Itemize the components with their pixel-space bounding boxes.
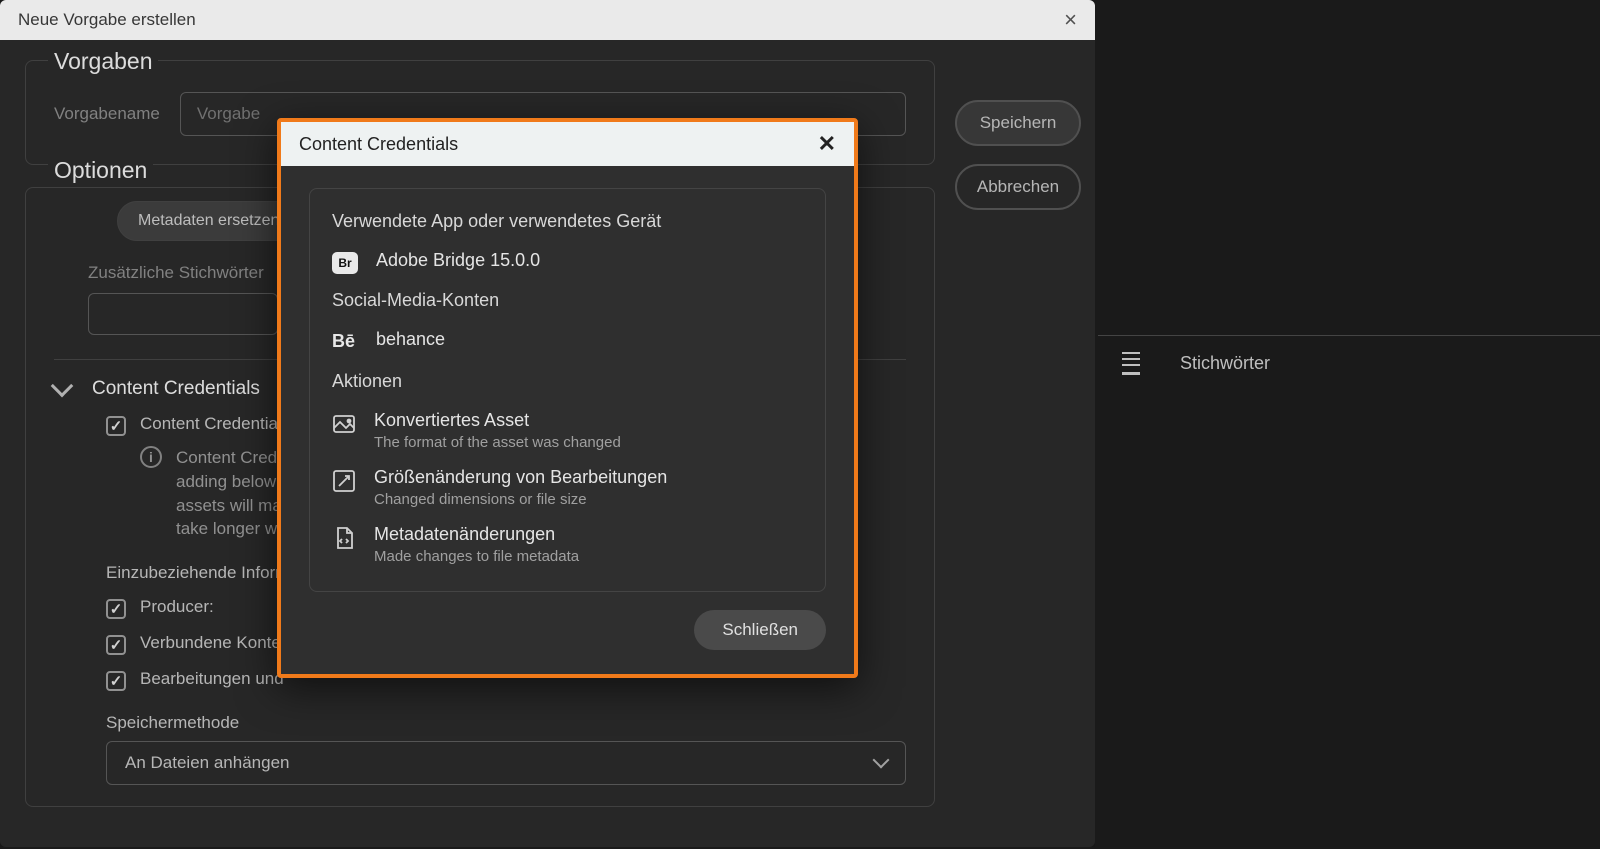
keywords-tab-label[interactable]: Stichwörter [1180,353,1270,374]
app-name: Adobe Bridge 15.0.0 [376,250,540,271]
bridge-app-icon: Br [332,252,358,274]
close-button[interactable]: Schließen [694,610,826,650]
credentials-card: Verwendete App oder verwendetes Gerät Br… [309,188,826,592]
behance-name: behance [376,329,445,350]
action-desc: Made changes to file metadata [374,548,579,565]
image-icon [332,412,356,436]
action-title: Metadatenänderungen [374,524,579,545]
content-credentials-modal: Content Credentials ✕ Verwendete App ode… [277,118,858,678]
close-icon[interactable]: ✕ [818,131,836,157]
social-accounts-heading: Social-Media-Konten [332,290,803,311]
action-metadata: Metadatenänderungen Made changes to file… [332,524,803,565]
behance-icon: Bē [332,331,358,355]
action-title: Konvertiertes Asset [374,410,621,431]
behance-item: Bē behance [332,329,803,355]
action-desc: Changed dimensions or file size [374,491,667,508]
modal-title: Content Credentials [299,134,458,155]
actions-heading: Aktionen [332,371,803,392]
used-app-heading: Verwendete App oder verwendetes Gerät [332,211,803,232]
menu-icon[interactable] [1122,352,1140,375]
keywords-panel-header: Stichwörter [1098,335,1600,391]
action-resize: Größenänderung von Bearbeitungen Changed… [332,467,803,508]
action-desc: The format of the asset was changed [374,434,621,451]
app-item: Br Adobe Bridge 15.0.0 [332,250,803,274]
action-converted-asset: Konvertiertes Asset The format of the as… [332,410,803,451]
modal-titlebar: Content Credentials ✕ [281,122,854,166]
file-code-icon [332,526,356,550]
action-title: Größenänderung von Bearbeitungen [374,467,667,488]
resize-icon [332,469,356,493]
